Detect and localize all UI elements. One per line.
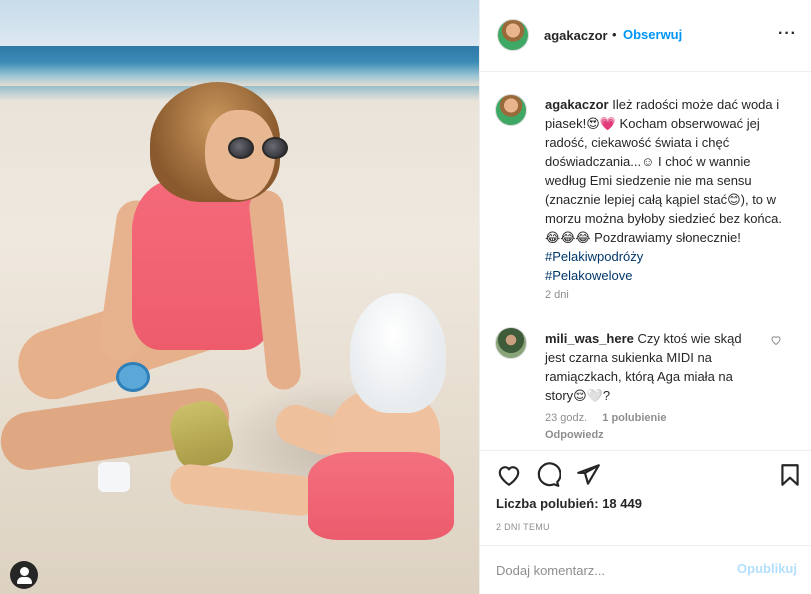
hashtag-link[interactable]: #Pelakowelove xyxy=(545,268,632,283)
comment-age: 23 godz. xyxy=(545,412,588,424)
comment-meta: 23 godz. 1 polubienie xyxy=(545,412,678,424)
reply-button[interactable]: Odpowiedz xyxy=(545,429,604,441)
child-sun-hat xyxy=(350,293,446,413)
separator-dot: • xyxy=(612,27,617,42)
caption-body: Ileż radości może dać woda i piasek!😍💗 K… xyxy=(545,97,783,245)
caption-text: agakaczor Ileż radości może dać woda i p… xyxy=(545,95,795,285)
comments-list[interactable]: agakaczor Ileż radości może dać woda i p… xyxy=(480,72,811,450)
likes-count[interactable]: Liczba polubień: 18 449 xyxy=(496,496,642,511)
likes-label: Liczba polubień: xyxy=(496,496,599,511)
small-heart-icon[interactable] xyxy=(770,334,782,346)
hashtag-link[interactable]: #Pelakiwpodróży xyxy=(545,249,643,264)
comment-text: mili_was_here Czy ktoś wie skąd jest cza… xyxy=(545,329,763,405)
comment-composer: Opublikuj xyxy=(480,545,811,594)
post-header: agakaczor • Obserwuj ··· xyxy=(480,0,811,72)
post-photo[interactable] xyxy=(0,0,479,594)
comment-likes[interactable]: 1 polubienie xyxy=(602,412,666,424)
sea xyxy=(0,46,479,86)
share-icon[interactable] xyxy=(575,462,601,488)
heart-icon[interactable] xyxy=(496,462,522,488)
commenter-username[interactable]: mili_was_here xyxy=(545,331,634,346)
likes-number: 18 449 xyxy=(602,496,642,511)
post-panel: agakaczor • Obserwuj ··· agakaczor Ileż … xyxy=(479,0,811,594)
author-username[interactable]: agakaczor xyxy=(544,28,608,43)
post-timestamp: 2 dni temu xyxy=(496,522,550,532)
caption-age: 2 dni xyxy=(545,289,569,301)
child-swimsuit xyxy=(308,452,454,540)
sunglasses xyxy=(228,137,290,159)
white-toy xyxy=(98,462,130,492)
user-icon[interactable] xyxy=(10,561,38,589)
caption-username[interactable]: agakaczor xyxy=(545,97,609,112)
bookmark-icon[interactable] xyxy=(777,462,803,488)
more-icon[interactable]: ··· xyxy=(778,25,797,43)
comment-input[interactable] xyxy=(496,560,716,580)
follow-button[interactable]: Obserwuj xyxy=(623,27,682,42)
caption-avatar[interactable] xyxy=(495,94,527,126)
commenter-avatar[interactable] xyxy=(495,327,527,359)
author-avatar[interactable] xyxy=(497,19,529,51)
publish-button[interactable]: Opublikuj xyxy=(737,561,797,576)
comment-icon[interactable] xyxy=(535,462,561,488)
sky xyxy=(0,0,479,48)
action-bar xyxy=(480,450,811,496)
blue-toy xyxy=(116,362,150,392)
